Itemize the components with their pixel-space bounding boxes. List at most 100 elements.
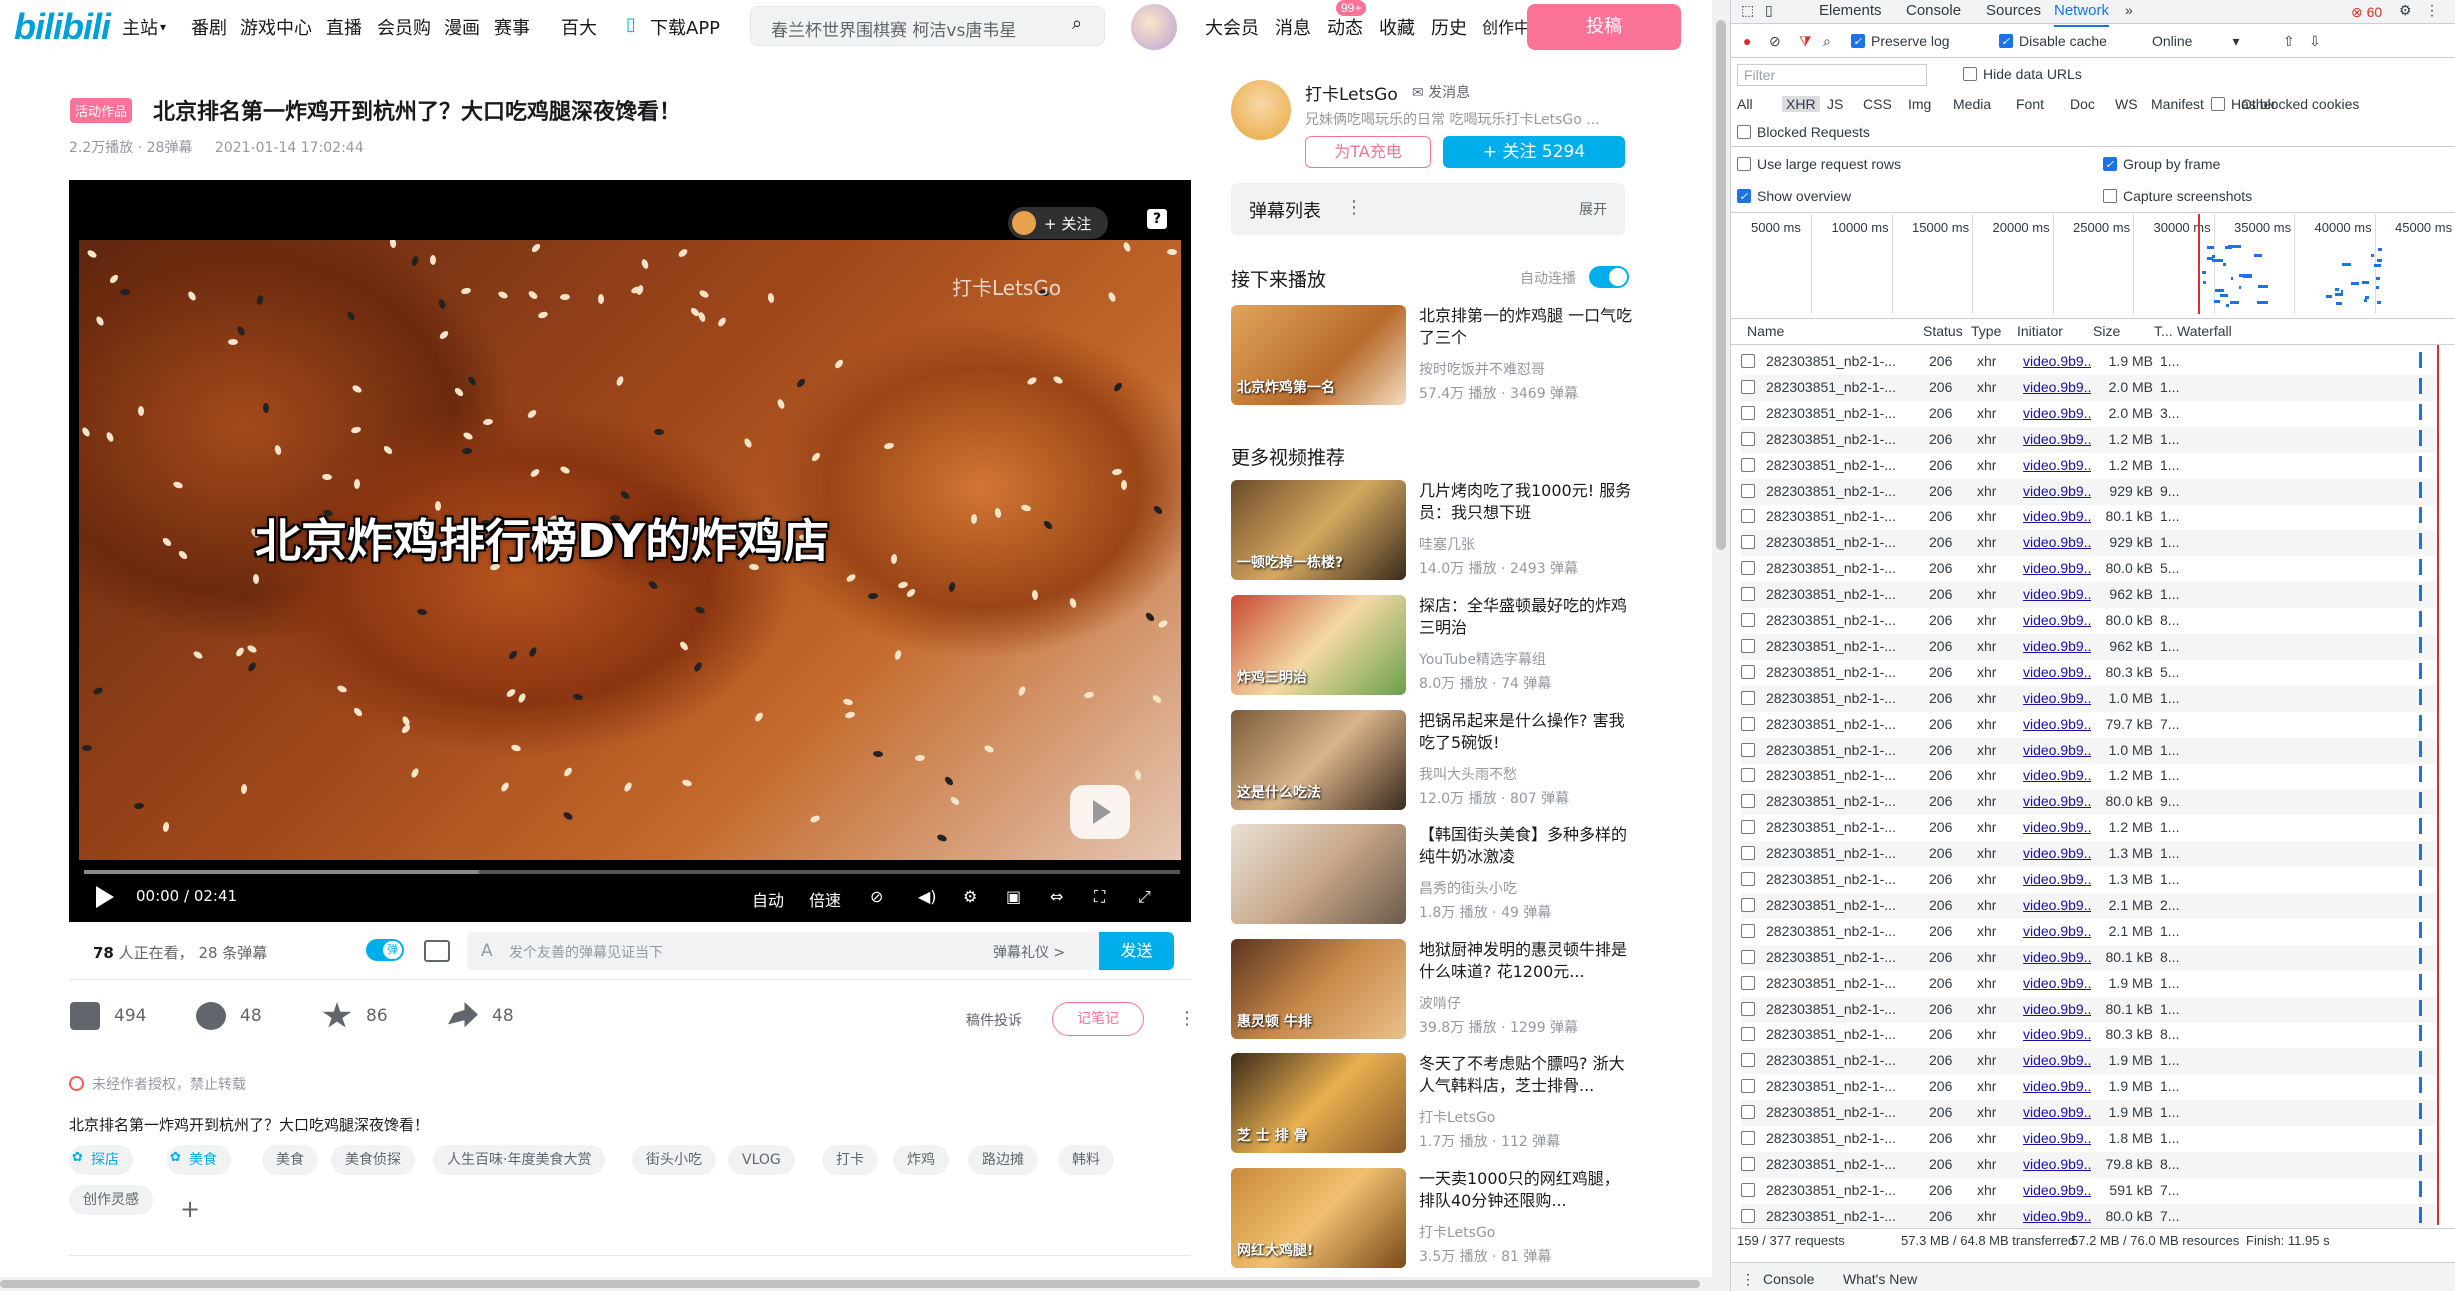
- settings-gear-icon[interactable]: ⚙: [2399, 2, 2412, 19]
- recommendation-author[interactable]: UPYouTube精选字幕组: [1419, 649, 1546, 669]
- request-row[interactable]: 282303851_nb2-1-... 206 xhr video.9b9... 80.…: [1741, 608, 2436, 634]
- type-filter-js[interactable]: JS: [1827, 96, 1843, 112]
- request-name[interactable]: 282303851_nb2-1-...: [1766, 1208, 1921, 1224]
- video-tag[interactable]: 美食侦探: [331, 1145, 415, 1175]
- request-initiator[interactable]: video.9b9...: [2023, 1052, 2091, 1068]
- recommendation-title[interactable]: 北京排第一的炸鸡腿 一口气吃了三个: [1419, 305, 1633, 349]
- preserve-log-checkbox[interactable]: Preserve log: [1851, 33, 1950, 49]
- nav-live[interactable]: 直播: [326, 14, 362, 40]
- request-initiator[interactable]: video.9b9...: [2023, 1208, 2091, 1224]
- request-row[interactable]: 282303851_nb2-1-... 206 xhr video.9b9... 1.3…: [1741, 841, 2436, 868]
- row-checkbox[interactable]: [1741, 690, 1755, 705]
- video-tag[interactable]: 炸鸡: [893, 1145, 949, 1175]
- nav-mall[interactable]: 会员购: [377, 14, 431, 40]
- request-initiator[interactable]: video.9b9...: [2023, 508, 2091, 524]
- recommendation-author[interactable]: UP波啃仔: [1419, 993, 1461, 1013]
- video-tag[interactable]: 路边摊: [968, 1145, 1038, 1175]
- video-thumbnail[interactable]: 炸鸡三明治: [1231, 595, 1406, 695]
- request-initiator[interactable]: video.9b9...: [2023, 1078, 2091, 1094]
- request-row[interactable]: 282303851_nb2-1-... 206 xhr video.9b9... 962…: [1741, 582, 2436, 609]
- request-initiator[interactable]: video.9b9...: [2023, 1130, 2091, 1146]
- more-tabs-icon[interactable]: »: [2125, 2, 2133, 18]
- request-row[interactable]: 282303851_nb2-1-... 206 xhr video.9b9... 1.2…: [1741, 815, 2436, 841]
- type-filter-doc[interactable]: Doc: [2070, 96, 2095, 112]
- request-row[interactable]: 282303851_nb2-1-... 206 xhr video.9b9... 1.2…: [1741, 426, 2436, 453]
- danmaku-etiquette-link[interactable]: 弹幕礼仪 >: [993, 942, 1065, 962]
- row-checkbox[interactable]: [1741, 1131, 1755, 1145]
- nav-messages[interactable]: 消息: [1275, 14, 1311, 40]
- video-thumbnail[interactable]: 北京炸鸡第一名: [1231, 305, 1406, 405]
- more-dots-icon[interactable]: ⋮: [1178, 1008, 1196, 1029]
- has-blocked-cookies-checkbox[interactable]: Has blocked cookies: [2211, 96, 2359, 112]
- request-name[interactable]: 282303851_nb2-1-...: [1766, 767, 1921, 783]
- tab-network[interactable]: Network: [2054, 2, 2110, 27]
- column-header[interactable]: T...: [2154, 323, 2173, 339]
- report-icon[interactable]: ?: [1147, 209, 1167, 229]
- recommendation-card[interactable]: 【韩国街头美食】多种多样的纯牛奶冰激凌 UP昌秀的街头小吃 1.8万 播放 · 49…: [1231, 824, 1631, 926]
- recommendation-card[interactable]: 网红大鸡腿! 一天卖1000只的网红鸡腿，排队40分钟还限购... UP打卡Lets…: [1231, 1168, 1631, 1270]
- request-name[interactable]: 282303851_nb2-1-...: [1766, 483, 1921, 499]
- request-initiator[interactable]: video.9b9...: [2023, 845, 2091, 861]
- column-header[interactable]: Name: [1747, 323, 1784, 339]
- request-name[interactable]: 282303851_nb2-1-...: [1766, 690, 1921, 706]
- danmaku-input[interactable]: A 发个友善的弹幕见证当下 弹幕礼仪 >: [467, 932, 1157, 970]
- row-checkbox[interactable]: [1741, 431, 1755, 446]
- request-initiator[interactable]: video.9b9...: [2023, 1001, 2091, 1017]
- request-row[interactable]: 282303851_nb2-1-... 206 xhr video.9b9... 80.…: [1741, 1022, 2436, 1048]
- charge-button[interactable]: 为TA充电: [1305, 136, 1431, 168]
- request-initiator[interactable]: video.9b9...: [2023, 405, 2091, 421]
- request-row[interactable]: 282303851_nb2-1-... 206 xhr video.9b9... 1.9…: [1741, 1048, 2436, 1075]
- search-icon[interactable]: ⌕: [1060, 13, 1094, 41]
- send-message-link[interactable]: ✉ 发消息: [1412, 82, 1470, 102]
- request-initiator[interactable]: video.9b9...: [2023, 1104, 2091, 1120]
- request-name[interactable]: 282303851_nb2-1-...: [1766, 457, 1921, 473]
- play-icon[interactable]: [96, 886, 114, 908]
- row-checkbox[interactable]: [1741, 587, 1755, 602]
- request-initiator[interactable]: video.9b9...: [2023, 560, 2091, 576]
- nav-vip[interactable]: 大会员: [1205, 14, 1259, 40]
- request-initiator[interactable]: video.9b9...: [2023, 638, 2091, 654]
- video-tag[interactable]: 街头小吃: [632, 1145, 716, 1175]
- volume-icon[interactable]: ◀): [918, 887, 937, 906]
- column-header[interactable]: Type: [1971, 323, 2001, 339]
- nav-anime[interactable]: 番剧: [191, 14, 227, 40]
- danmaku-settings-icon[interactable]: [424, 940, 450, 962]
- web-fullscreen-icon[interactable]: ⛶: [1094, 887, 1105, 907]
- row-checkbox[interactable]: [1741, 975, 1755, 990]
- recommendation-card[interactable]: 一顿吃掉一栋楼? 几片烤肉吃了我1000元! 服务员：我只想下班 UP哇塞几张 14.…: [1231, 480, 1631, 582]
- request-name[interactable]: 282303851_nb2-1-...: [1766, 353, 1921, 369]
- request-name[interactable]: 282303851_nb2-1-...: [1766, 431, 1921, 447]
- nav-favorites[interactable]: 收藏: [1379, 14, 1415, 40]
- request-name[interactable]: 282303851_nb2-1-...: [1766, 379, 1921, 395]
- video-tag[interactable]: 打卡: [822, 1145, 878, 1175]
- request-row[interactable]: 282303851_nb2-1-... 206 xhr video.9b9... 1.0…: [1741, 737, 2436, 764]
- show-overview-checkbox[interactable]: Show overview: [1737, 188, 1851, 204]
- search-input[interactable]: 春兰杯世界围棋赛 柯洁vs唐韦星: [771, 16, 1016, 41]
- request-name[interactable]: 282303851_nb2-1-...: [1766, 1052, 1921, 1068]
- row-checkbox[interactable]: [1741, 1182, 1755, 1197]
- request-row[interactable]: 282303851_nb2-1-... 206 xhr video.9b9... 2.0…: [1741, 401, 2436, 427]
- uploader-name[interactable]: 打卡LetsGo: [1305, 80, 1398, 105]
- request-row[interactable]: 282303851_nb2-1-... 206 xhr video.9b9... 2.0…: [1741, 374, 2436, 401]
- row-checkbox[interactable]: [1741, 820, 1755, 835]
- clear-icon[interactable]: ⊘: [1769, 33, 1781, 50]
- video-tag[interactable]: 创作灵感: [69, 1185, 153, 1215]
- request-row[interactable]: 282303851_nb2-1-... 206 xhr video.9b9... 1.8…: [1741, 1126, 2436, 1152]
- video-thumbnail[interactable]: 芝 士 排 骨: [1231, 1053, 1406, 1153]
- nav-main[interactable]: 主站: [122, 14, 158, 40]
- timeline-overview[interactable]: 5000 ms 10000 ms 15000 ms 20000 ms 25000 ms 3…: [1731, 214, 2455, 314]
- request-row[interactable]: 282303851_nb2-1-... 206 xhr video.9b9... 80.…: [1741, 556, 2436, 582]
- row-checkbox[interactable]: [1741, 716, 1755, 731]
- row-checkbox[interactable]: [1741, 794, 1755, 809]
- post-button[interactable]: 投稿: [1527, 4, 1681, 50]
- row-checkbox[interactable]: [1741, 535, 1755, 550]
- request-row[interactable]: 282303851_nb2-1-... 206 xhr video.9b9... 1.9…: [1741, 971, 2436, 997]
- request-row[interactable]: 282303851_nb2-1-... 206 xhr video.9b9... 929…: [1741, 478, 2436, 505]
- request-initiator[interactable]: video.9b9...: [2023, 612, 2091, 628]
- request-name[interactable]: 282303851_nb2-1-...: [1766, 871, 1921, 887]
- type-filter-css[interactable]: CSS: [1863, 96, 1892, 112]
- request-row[interactable]: 282303851_nb2-1-... 206 xhr video.9b9... 1.9…: [1741, 1100, 2436, 1127]
- request-name[interactable]: 282303851_nb2-1-...: [1766, 638, 1921, 654]
- nav-download-app[interactable]: 下载APP: [650, 14, 720, 40]
- nav-esports[interactable]: 赛事: [494, 14, 530, 40]
